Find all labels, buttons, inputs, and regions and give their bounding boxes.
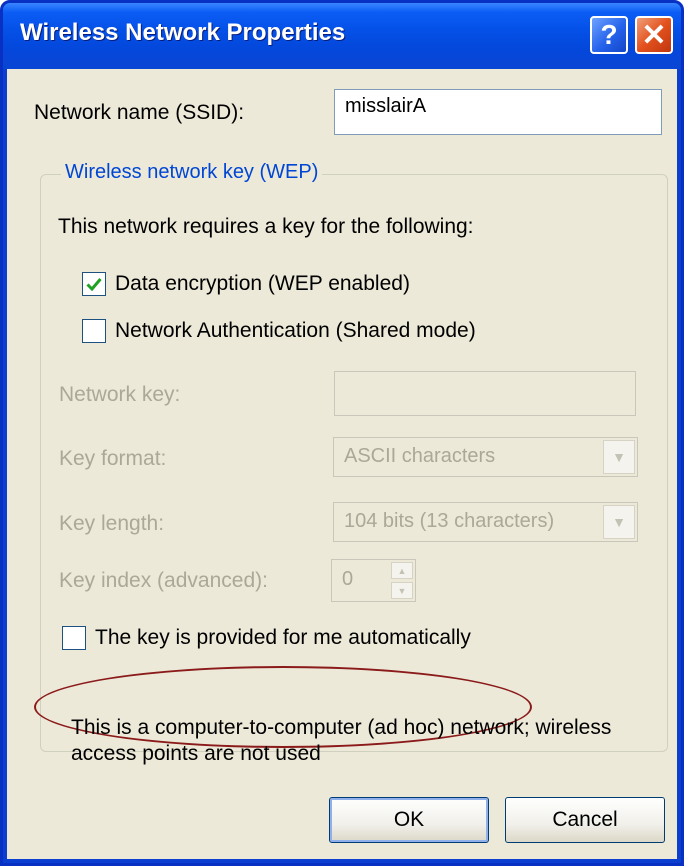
ok-button[interactable]: OK — [329, 797, 489, 843]
close-button[interactable]: ✕ — [635, 16, 673, 54]
ssid-label: Network name (SSID): — [34, 101, 245, 124]
network-key-label: Network key: — [59, 383, 181, 406]
key-index-label: Key index (advanced): — [59, 569, 268, 592]
ssid-input[interactable]: misslairA — [334, 89, 662, 135]
chevron-down-icon[interactable]: ▼ — [603, 505, 635, 539]
key-length-value: 104 bits (13 characters) — [344, 510, 555, 532]
data-encryption-checkbox[interactable] — [82, 272, 106, 296]
cancel-button[interactable]: Cancel — [505, 797, 665, 843]
checkmark-icon — [86, 278, 102, 291]
key-format-value: ASCII characters — [344, 445, 496, 467]
key-index-stepper[interactable]: 0 ▲ ▼ — [331, 559, 416, 602]
adhoc-text-line2: access points are not used — [71, 742, 321, 765]
title-bar[interactable]: Wireless Network Properties ? ✕ — [3, 3, 681, 69]
help-button[interactable]: ? — [590, 16, 628, 54]
key-format-label: Key format: — [59, 447, 167, 470]
key-index-value: 0 — [342, 568, 354, 590]
window-title: Wireless Network Properties — [20, 19, 346, 46]
key-length-label: Key length: — [59, 512, 165, 535]
dialog-window: Wireless Network Properties ? ✕ Network … — [0, 0, 684, 866]
auto-key-checkbox[interactable] — [62, 626, 86, 650]
chevron-down-icon[interactable]: ▼ — [603, 440, 635, 474]
network-key-input[interactable] — [334, 371, 636, 416]
close-icon: ✕ — [641, 18, 667, 52]
help-icon: ? — [600, 19, 618, 50]
data-encryption-label: Data encryption (WEP enabled) — [115, 272, 410, 295]
auto-key-label: The key is provided for me automatically — [95, 626, 471, 649]
spin-down-icon[interactable]: ▼ — [391, 582, 413, 599]
wep-group-legend: Wireless network key (WEP) — [61, 161, 323, 184]
adhoc-text-line1: This is a computer-to-computer (ad hoc) … — [71, 716, 612, 739]
network-auth-label: Network Authentication (Shared mode) — [115, 319, 476, 342]
dialog-body: Network name (SSID): misslairA Wireless … — [7, 69, 677, 859]
spin-up-icon[interactable]: ▲ — [391, 562, 413, 579]
network-auth-checkbox[interactable] — [82, 319, 106, 343]
key-length-select[interactable]: 104 bits (13 characters) ▼ — [333, 502, 638, 542]
wep-intro-text: This network requires a key for the foll… — [58, 215, 474, 238]
key-format-select[interactable]: ASCII characters ▼ — [333, 437, 638, 477]
